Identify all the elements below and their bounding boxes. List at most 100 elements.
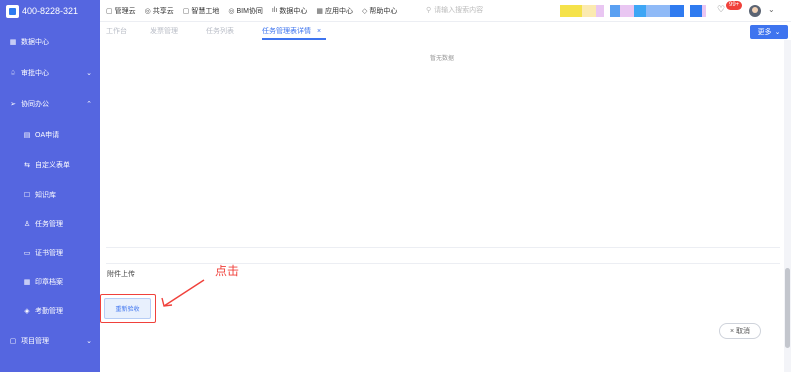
topnav-smart-site[interactable]: ▢ 智慧工地 bbox=[183, 6, 220, 16]
cloud-icon: ▢ bbox=[106, 7, 113, 15]
topnav-help-center[interactable]: ◇ 帮助中心 bbox=[362, 6, 397, 16]
color-block bbox=[646, 5, 670, 17]
topnav-label: 智慧工地 bbox=[191, 7, 220, 15]
sidebar-item-tasks[interactable]: ♙ 任务管理 bbox=[0, 214, 100, 234]
sidebar-item-label: 审批中心 bbox=[21, 70, 49, 77]
certificate-icon: ▭ bbox=[23, 250, 31, 257]
empty-state-text: 暂无数据 bbox=[429, 56, 454, 62]
chevron-down-icon: ⌄ bbox=[774, 29, 781, 36]
sidebar-item-custom-form[interactable]: ⇆ 自定义表单 bbox=[0, 155, 100, 175]
topnav-label: 应用中心 bbox=[325, 7, 353, 15]
tasks-icon: ♙ bbox=[23, 221, 31, 228]
document-icon: ▤ bbox=[23, 132, 31, 139]
topnav-share-cloud[interactable]: ◎ 共享云 bbox=[145, 6, 174, 16]
sidebar-item-label: 项目管理 bbox=[21, 338, 49, 345]
send-icon: ➢ bbox=[10, 101, 16, 108]
app-window: 400-8228-321 ▦ 数据中心 ♤ 审批中心 ⌄ ➢ 协同办公 ⌃ ▤ … bbox=[0, 0, 791, 372]
chart-icon: ılı bbox=[271, 7, 278, 14]
more-button[interactable]: 更多 ⌄ bbox=[750, 25, 788, 39]
annotation-click-label: 点击 bbox=[215, 264, 240, 278]
sidebar-item-label: 数据中心 bbox=[21, 39, 49, 46]
chevron-down-icon: ⌄ bbox=[86, 70, 92, 77]
share-icon: ◎ bbox=[144, 7, 151, 15]
topnav-label: 数据中心 bbox=[279, 7, 308, 15]
top-nav: ▢ 管理云 ◎ 共享云 ▢ 智慧工地 ◎ BIM协同 ılı 数据中心 ▦ 应用中心 ◇ 帮助… bbox=[100, 6, 397, 16]
close-icon: × bbox=[729, 327, 735, 335]
color-block bbox=[702, 5, 706, 17]
annotation-arrow-icon bbox=[161, 279, 205, 307]
help-icon: ◇ bbox=[362, 7, 368, 15]
sidebar: 400-8228-321 ▦ 数据中心 ♤ 审批中心 ⌄ ➢ 协同办公 ⌃ ▤ … bbox=[0, 0, 100, 372]
vertical-scrollbar[interactable] bbox=[784, 40, 791, 372]
topnav-management-cloud[interactable]: ▢ 管理云 bbox=[106, 6, 136, 16]
divider bbox=[106, 263, 780, 264]
bim-icon: ◎ bbox=[228, 7, 235, 15]
tab-invoice[interactable]: 发票管理 bbox=[150, 26, 178, 36]
apps-icon: ▦ bbox=[316, 7, 323, 15]
bell-icon: ♤ bbox=[9, 70, 17, 77]
chevron-down-icon[interactable]: ⌄ bbox=[768, 5, 775, 14]
avatar[interactable] bbox=[749, 5, 761, 17]
notification-badge: 99+ bbox=[726, 1, 743, 10]
sidebar-item-data-center[interactable]: ▦ 数据中心 bbox=[0, 32, 100, 52]
notification-bell-icon[interactable]: ♡ bbox=[717, 4, 725, 15]
topnav-label: 帮助中心 bbox=[369, 7, 398, 15]
grid-icon: ▦ bbox=[9, 39, 17, 46]
topnav-app-center[interactable]: ▦ 应用中心 bbox=[316, 6, 353, 16]
more-label: 更多 bbox=[757, 29, 772, 36]
sidebar-item-label: OA申请 bbox=[35, 132, 60, 139]
sidebar-item-label: 任务管理 bbox=[35, 221, 63, 228]
tab-label: 任务管理表详情 bbox=[262, 28, 311, 35]
tab-workbench[interactable]: 工作台 bbox=[106, 26, 127, 36]
sidebar-item-projects[interactable]: ▢ 项目管理 ⌄ bbox=[0, 331, 100, 351]
attachment-label: 附件上传 bbox=[107, 271, 135, 278]
topnav-label: BIM协同 bbox=[236, 7, 263, 15]
topnav-bim[interactable]: ◎ BIM协同 bbox=[228, 6, 263, 16]
sidebar-item-label: 考勤管理 bbox=[35, 308, 63, 315]
chevron-down-icon: ⌄ bbox=[86, 338, 92, 345]
topnav-data-center[interactable]: ılı 数据中心 bbox=[272, 6, 307, 16]
sidebar-item-certificates[interactable]: ▭ 证书管理 bbox=[0, 243, 100, 263]
sidebar-item-oa[interactable]: ▤ OA申请 bbox=[0, 125, 100, 145]
sidebar-item-knowledge[interactable]: ☐ 知识库 bbox=[0, 185, 100, 205]
main-panel: 暂无数据 附件上传 重新验收 点击 × 取消 bbox=[100, 40, 784, 372]
sidebar-item-seals[interactable]: ▦ 印章档案 bbox=[0, 272, 100, 292]
sidebar-item-attendance[interactable]: ◈ 考勤管理 bbox=[0, 301, 100, 321]
divider bbox=[106, 247, 780, 248]
color-block bbox=[620, 5, 634, 17]
sidebar-item-approval[interactable]: ♤ 审批中心 ⌄ bbox=[0, 63, 100, 83]
sidebar-item-label: 知识库 bbox=[35, 192, 56, 199]
sidebar-item-collab[interactable]: ➢ 协同办公 ⌃ bbox=[0, 94, 100, 114]
color-block bbox=[670, 5, 684, 17]
search-input[interactable]: ⚲ 请输入搜索内容 bbox=[426, 5, 483, 15]
search-icon: ⚲ bbox=[426, 7, 432, 14]
cancel-button[interactable]: × 取消 bbox=[719, 323, 761, 339]
tab-bar: 工作台 发票管理 任务列表 任务管理表详情 × 更多 ⌄ bbox=[100, 22, 791, 40]
logo-icon bbox=[6, 4, 19, 18]
close-icon[interactable]: × bbox=[317, 28, 321, 35]
color-block bbox=[560, 5, 582, 17]
attendance-icon: ◈ bbox=[24, 308, 30, 315]
logo-row: 400-8228-321 bbox=[0, 0, 100, 22]
form-icon: ⇆ bbox=[24, 162, 30, 169]
scrollbar-thumb[interactable] bbox=[785, 268, 790, 348]
phone-number: 400-8228-321 bbox=[22, 6, 79, 16]
topnav-label: 共享云 bbox=[152, 7, 174, 15]
recheck-button[interactable]: 重新验收 bbox=[104, 298, 151, 319]
color-block bbox=[634, 5, 646, 17]
color-block bbox=[610, 5, 620, 17]
topnav-label: 管理云 bbox=[114, 7, 136, 15]
project-icon: ▢ bbox=[9, 338, 17, 345]
cancel-label: 取消 bbox=[736, 328, 751, 335]
tab-task-list[interactable]: 任务列表 bbox=[206, 26, 234, 36]
sidebar-item-label: 印章档案 bbox=[35, 279, 63, 286]
sidebar-item-label: 自定义表单 bbox=[35, 162, 70, 169]
tab-task-detail[interactable]: 任务管理表详情 × bbox=[262, 26, 321, 36]
sidebar-item-label: 协同办公 bbox=[21, 101, 49, 108]
book-icon: ☐ bbox=[23, 192, 31, 199]
top-header: ▢ 管理云 ◎ 共享云 ▢ 智慧工地 ◎ BIM协同 ılı 数据中心 ▦ 应用中心 ◇ 帮助… bbox=[100, 0, 791, 22]
search-placeholder: 请输入搜索内容 bbox=[434, 7, 484, 14]
site-icon: ▢ bbox=[182, 7, 190, 15]
color-block bbox=[596, 5, 604, 17]
sidebar-item-label: 证书管理 bbox=[35, 250, 63, 257]
